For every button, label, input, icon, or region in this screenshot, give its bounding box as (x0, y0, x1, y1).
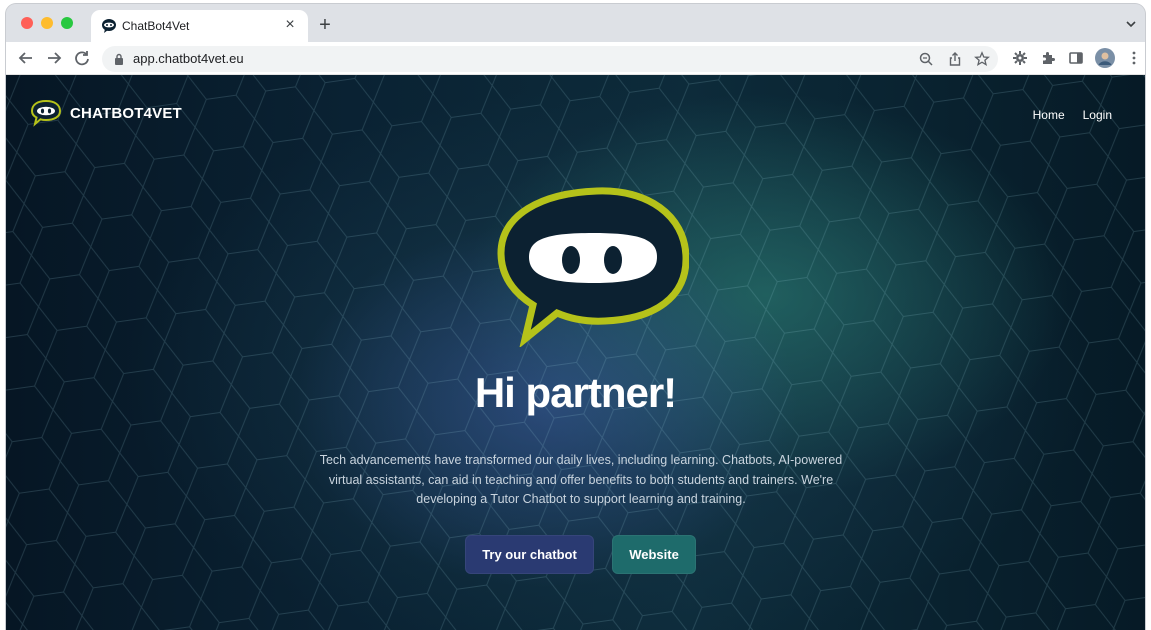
chevron-down-icon[interactable] (1123, 16, 1139, 32)
tab-strip: ChatBot4Vet × + (6, 4, 1145, 42)
brand[interactable]: CHATBOT4VET (30, 99, 182, 127)
try-chatbot-button[interactable]: Try our chatbot (465, 535, 594, 574)
tab-close-icon[interactable]: × (280, 15, 300, 35)
nav-home-link[interactable]: Home (1033, 108, 1065, 122)
brand-name: CHATBOT4VET (70, 104, 182, 122)
lock-icon[interactable] (114, 53, 124, 65)
hero-title: Hi partner! (474, 369, 677, 416)
share-icon[interactable] (947, 51, 963, 67)
address-bar[interactable]: app.chatbot4vet.eu (102, 46, 998, 72)
minimize-window-button[interactable] (41, 17, 53, 29)
kebab-menu-icon[interactable] (1126, 50, 1142, 66)
star-icon[interactable] (974, 51, 990, 67)
extensions-puzzle-icon[interactable] (1040, 50, 1056, 66)
chatbot-mascot-logo (497, 187, 689, 347)
browser-tab[interactable]: ChatBot4Vet × (91, 10, 308, 42)
maximize-window-button[interactable] (61, 17, 73, 29)
new-tab-button[interactable]: + (314, 14, 336, 36)
close-window-button[interactable] (21, 17, 33, 29)
zoom-icon[interactable] (918, 51, 934, 67)
url-text[interactable]: app.chatbot4vet.eu (133, 51, 244, 66)
website-button[interactable]: Website (612, 535, 696, 574)
hero-description: Tech advancements have transformed our d… (319, 453, 843, 506)
back-icon[interactable] (15, 47, 37, 69)
site-nav: Home Login (1033, 108, 1112, 122)
chatbot-logo-icon (30, 99, 62, 127)
window-controls (21, 17, 73, 29)
browser-window: ChatBot4Vet × + app.chatbot4vet.eu CHATB… (6, 4, 1145, 630)
sidepanel-icon[interactable] (1068, 50, 1084, 66)
web-page: CHATBOT4VET Home Login Hi partner! Tech … (6, 75, 1145, 630)
extension-gear-icon[interactable] (1012, 50, 1028, 66)
reload-icon[interactable] (71, 47, 93, 69)
forward-icon[interactable] (43, 47, 65, 69)
nav-login-link[interactable]: Login (1083, 108, 1112, 122)
tab-title: ChatBot4Vet (122, 19, 190, 33)
browser-toolbar: app.chatbot4vet.eu (6, 42, 1145, 75)
profile-avatar[interactable] (1095, 48, 1115, 68)
chatbot-favicon-icon (102, 19, 116, 33)
